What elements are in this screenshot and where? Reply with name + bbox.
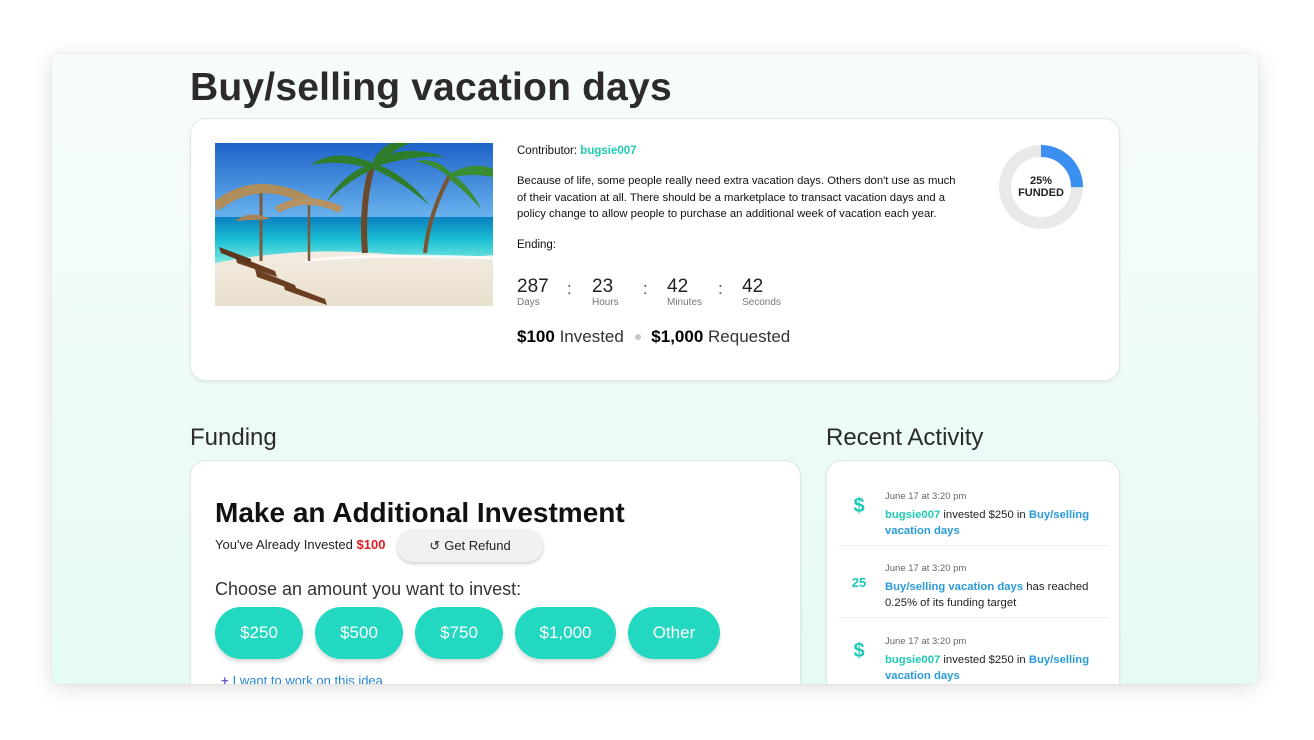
contributor-name-link[interactable]: bugsie007 xyxy=(580,145,636,157)
app-window: Buy/selling vacation days Contributor: b… xyxy=(52,54,1258,684)
activity-text: invested $250 in xyxy=(943,509,1026,521)
recent-activity-card: $ June 17 at 3:20 pm bugsie007 invested … xyxy=(826,460,1120,684)
countdown-seconds-value: 42 xyxy=(742,276,764,297)
recent-activity-title: Recent Activity xyxy=(826,424,984,451)
get-refund-button[interactable]: ↺ Get Refund xyxy=(397,529,543,562)
amount-button-500[interactable]: $500 xyxy=(315,607,403,659)
countdown-minutes-value: 42 xyxy=(667,276,689,297)
activity-user-link[interactable]: bugsie007 xyxy=(885,509,940,521)
countdown-minutes-label: Minutes xyxy=(667,297,703,308)
idea-summary-card: Contributor: bugsie007 Because of life, … xyxy=(190,118,1120,381)
refund-label: Get Refund xyxy=(444,538,511,553)
amount-button-1000[interactable]: $1,000 xyxy=(515,607,616,659)
activity-time: June 17 at 3:20 pm xyxy=(885,491,967,502)
activity-item: 25 June 17 at 3:20 pm Buy/selling vacati… xyxy=(839,561,1109,619)
plus-icon: + xyxy=(221,673,229,684)
activity-time: June 17 at 3:20 pm xyxy=(885,636,967,647)
page-title: Buy/selling vacation days xyxy=(190,66,672,109)
activity-body: June 17 at 3:20 pm Buy/selling vacation … xyxy=(885,561,1113,611)
activity-item: $ June 17 at 3:20 pm bugsie007 invested … xyxy=(839,489,1109,547)
funding-section-title: Funding xyxy=(190,424,277,451)
milestone-25-icon: 25 xyxy=(851,575,867,590)
idea-details: Contributor: bugsie007 Because of life, … xyxy=(517,145,957,251)
funding-totals: $100 Invested $1,000 Requested xyxy=(517,327,790,347)
amount-button-other[interactable]: Other xyxy=(628,607,720,659)
work-on-idea-label: I want to work on this idea xyxy=(232,673,383,684)
countdown-minutes: 42 Minutes xyxy=(667,277,702,308)
countdown-seconds-label: Seconds xyxy=(742,297,781,308)
refund-icon: ↺ xyxy=(429,537,441,553)
already-invested-amount: $100 xyxy=(356,537,386,552)
investment-heading: Make an Additional Investment xyxy=(215,497,625,528)
countdown-separator: : xyxy=(718,279,723,298)
activity-divider xyxy=(839,617,1109,618)
activity-text: invested $250 in xyxy=(943,654,1026,666)
activity-divider xyxy=(839,545,1109,546)
countdown-separator: : xyxy=(567,279,572,298)
dollar-icon: $ xyxy=(853,495,865,517)
idea-description: Because of life, some people really need… xyxy=(517,175,956,220)
donut-label: 25% FUNDED xyxy=(997,175,1085,199)
amount-button-750[interactable]: $750 xyxy=(415,607,503,659)
already-invested-label: You've Already Invested xyxy=(215,537,353,552)
countdown-seconds: 42 Seconds xyxy=(742,277,781,308)
contributor-label: Contributor: xyxy=(517,145,578,157)
choose-amount-label: Choose an amount you want to invest: xyxy=(215,579,522,599)
beach-image xyxy=(215,143,493,306)
invested-label: Invested xyxy=(559,327,624,346)
ending-label: Ending: xyxy=(517,238,557,251)
funded-percent: 25% xyxy=(1029,175,1053,187)
activity-idea-link[interactable]: Buy/selling vacation days xyxy=(885,581,1023,593)
funded-progress-donut: 25% FUNDED xyxy=(997,143,1085,231)
countdown-days-value: 287 xyxy=(517,276,549,297)
activity-body: June 17 at 3:20 pm bugsie007 invested $2… xyxy=(885,489,1113,539)
contributor-line: Contributor: bugsie007 xyxy=(517,145,957,157)
invested-amount: $100 xyxy=(517,327,555,346)
requested-label: Requested xyxy=(708,327,791,346)
separator-dot xyxy=(634,333,641,340)
countdown-hours: 23 Hours xyxy=(592,277,619,308)
activity-time: June 17 at 3:20 pm xyxy=(885,563,967,574)
activity-user-link[interactable]: bugsie007 xyxy=(885,654,940,666)
countdown-days-label: Days xyxy=(517,297,540,308)
countdown-hours-value: 23 xyxy=(592,276,614,297)
dollar-icon: $ xyxy=(853,640,865,662)
countdown-timer: 287 Days : 23 Hours : 42 Minutes : 42 Se… xyxy=(517,277,817,311)
countdown-days: 287 Days xyxy=(517,277,549,308)
already-invested-text: You've Already Invested $100 xyxy=(215,537,385,552)
countdown-separator: : xyxy=(643,279,648,298)
countdown-hours-label: Hours xyxy=(592,297,619,308)
funding-card: Make an Additional Investment You've Alr… xyxy=(190,460,801,684)
activity-item: $ June 17 at 3:20 pm bugsie007 invested … xyxy=(839,634,1109,684)
work-on-idea-link[interactable]: + I want to work on this idea xyxy=(221,673,383,684)
amount-button-250[interactable]: $250 xyxy=(215,607,303,659)
funded-label: FUNDED xyxy=(1018,187,1064,199)
activity-body: June 17 at 3:20 pm bugsie007 invested $2… xyxy=(885,634,1113,684)
requested-amount: $1,000 xyxy=(651,327,704,346)
